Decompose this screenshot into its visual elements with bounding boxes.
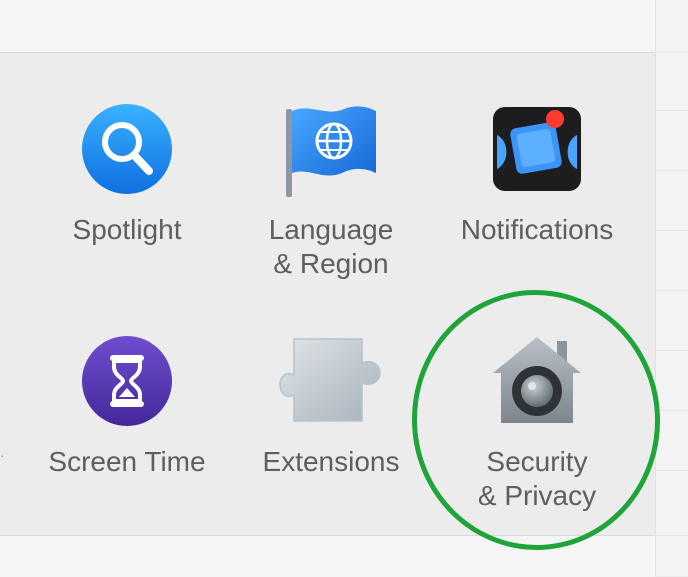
pref-extensions[interactable]: Extensions xyxy=(246,333,416,533)
globe-flag-icon xyxy=(276,101,386,202)
notifications-icon xyxy=(489,101,585,202)
pref-label: Language & Region xyxy=(268,214,394,279)
pref-label: Extensions xyxy=(262,446,400,477)
puzzle-piece-icon xyxy=(276,333,386,434)
truncated-item-edge: · xyxy=(0,447,5,463)
magnifier-icon xyxy=(79,101,175,202)
window-top-band xyxy=(0,0,655,53)
pref-language-region[interactable]: Language & Region xyxy=(246,101,416,301)
pref-spotlight[interactable]: Spotlight xyxy=(42,101,212,301)
hourglass-icon xyxy=(79,333,175,434)
adjacent-window-edge xyxy=(655,0,688,576)
pref-notifications[interactable]: Notifications xyxy=(452,101,622,301)
pref-label: Spotlight xyxy=(72,214,182,245)
pref-screen-time[interactable]: Screen Time xyxy=(42,333,212,533)
pref-label: Notifications xyxy=(460,214,614,245)
pref-label: Screen Time xyxy=(48,446,206,477)
